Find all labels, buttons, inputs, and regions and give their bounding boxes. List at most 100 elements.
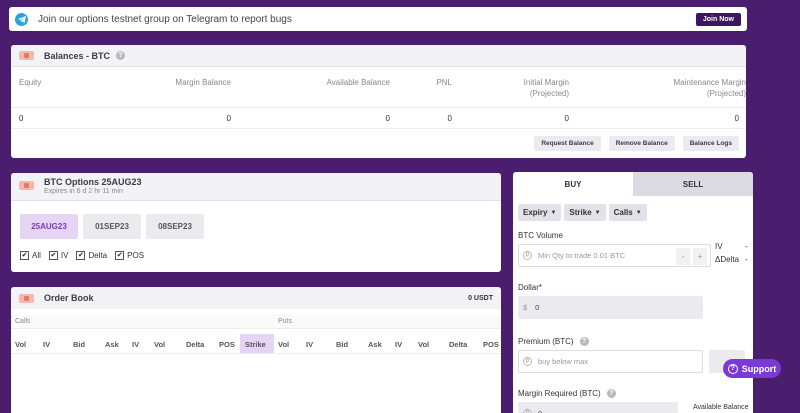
premium-input[interactable]: ₿ buy below max: [518, 350, 703, 373]
remove-balance-button[interactable]: Remove Balance: [608, 136, 675, 151]
expiry-tab-01sep23[interactable]: 01SEP23: [83, 214, 141, 239]
options-title: BTC Options 25AUG23: [44, 177, 142, 187]
toggle-delta[interactable]: ✔ Delta: [76, 251, 107, 260]
buy-sell-tabs: BUY SELL: [513, 172, 753, 196]
sell-tab[interactable]: SELL: [633, 172, 753, 196]
balances-panel: Balances - BTC ? Equity Margin Balance A…: [11, 45, 746, 158]
expiry-tab-25aug23[interactable]: 25AUG23: [20, 214, 78, 239]
order-book-columns: Vol IV Bid Ask IV Vol Delta POS Strike V…: [11, 334, 501, 354]
header-available-balance: Available Balance: [326, 78, 390, 87]
btc-volume-input[interactable]: ₿ Min Qty to trade 0.01 BTC - +: [518, 244, 711, 267]
increment-button[interactable]: +: [693, 248, 707, 265]
dollar-label: Dollar*: [518, 283, 543, 292]
header-initial-projected: (Projected): [529, 89, 569, 98]
order-book-title: Order Book: [44, 293, 94, 303]
value-initial-margin: 0: [564, 114, 569, 123]
help-icon[interactable]: ?: [606, 389, 616, 398]
column-toggles: ✔ All ✔ IV ✔ Delta ✔ POS: [20, 251, 144, 260]
balances-header: Balances - BTC ?: [11, 45, 746, 67]
trade-panel: BUY SELL Expiry ▼ Strike ▼ Calls ▼ BTC Volu…: [513, 172, 753, 413]
expiry-dropdown[interactable]: Expiry ▼: [518, 204, 562, 221]
expiry-tab-08sep23[interactable]: 08SEP23: [146, 214, 204, 239]
buy-tab[interactable]: BUY: [513, 172, 633, 196]
checkbox-icon: ✔: [48, 251, 58, 260]
help-icon: ?: [727, 363, 738, 374]
value-equity: 0: [19, 114, 24, 123]
calls-label: Calls: [15, 318, 31, 325]
telegram-banner: Join our options testnet group on Telegr…: [9, 7, 747, 31]
options-panel: BTC Options 25AUG23 Expires in 6 d 2 hr …: [11, 173, 501, 272]
calls-dropdown[interactable]: Calls ▼: [608, 204, 647, 221]
col-iv: IV: [306, 340, 314, 349]
header-equity: Equity: [19, 78, 42, 87]
order-book-usdt: 0 USDT: [468, 294, 493, 302]
order-book-panel: Order Book 0 USDT Calls Puts Vol IV Bid …: [11, 287, 501, 413]
col-delta: Delta: [186, 340, 205, 349]
toggle-iv[interactable]: ✔ IV: [48, 251, 68, 260]
toggle-pos[interactable]: ✔ POS: [115, 251, 144, 260]
checkbox-icon: ✔: [115, 251, 125, 260]
col-ask: Ask: [368, 340, 382, 349]
options-icon: [19, 181, 34, 190]
chevron-down-icon: ▼: [550, 209, 557, 216]
telegram-icon: [15, 12, 28, 26]
btc-coin-icon: ₿: [523, 357, 532, 366]
col-vol: Vol: [418, 340, 430, 349]
support-button[interactable]: ? Support: [723, 359, 781, 378]
value-available-balance: 0: [385, 114, 390, 123]
header-initial-margin: Initial Margin: [523, 78, 569, 87]
toggle-all[interactable]: ✔ All: [20, 251, 41, 260]
col-vol: Vol: [15, 340, 27, 349]
wallet-icon: [19, 51, 34, 60]
margin-required-label: Margin Required (BTC)?: [518, 389, 616, 398]
order-book-header: Order Book 0 USDT: [11, 287, 501, 309]
col-bid: Bid: [336, 340, 349, 349]
col-vol: Vol: [154, 340, 166, 349]
calls-puts-row: Calls Puts: [11, 315, 501, 329]
margin-required-input: ₿ 0: [518, 402, 678, 413]
header-pnl: PNL: [436, 78, 452, 87]
available-balance-label: Available Balance: [693, 404, 749, 411]
dollar-input[interactable]: $ 0: [518, 296, 703, 319]
col-bid: Bid: [73, 340, 86, 349]
col-delta: Delta: [449, 340, 468, 349]
premium-label: Premium (BTC)?: [518, 337, 589, 346]
request-balance-button[interactable]: Request Balance: [534, 136, 601, 151]
dollar-symbol: $: [523, 303, 528, 312]
col-iv: IV: [132, 340, 140, 349]
col-iv: IV: [43, 340, 51, 349]
value-margin-balance: 0: [226, 114, 231, 123]
join-now-button[interactable]: Join Now: [695, 12, 741, 26]
chevron-down-icon: ▼: [635, 209, 642, 216]
header-maintenance-projected: (Projected): [706, 89, 746, 98]
expiry-tabs: 25AUG23 01SEP23 08SEP23: [20, 214, 204, 239]
balances-values-row: 0 0 0 0 0 0: [11, 107, 746, 129]
iv-label: IV: [715, 242, 723, 251]
delta-label: ΔDelta: [715, 255, 740, 264]
puts-label: Puts: [278, 318, 293, 325]
col-pos: POS: [483, 340, 499, 349]
chevron-down-icon: ▼: [594, 209, 601, 216]
btc-coin-icon: ₿: [523, 409, 532, 413]
options-expiry-countdown: Expires in 6 d 2 hr 11 min: [44, 188, 123, 195]
order-book-icon: [19, 293, 34, 303]
btc-volume-label: BTC Volume: [518, 231, 563, 240]
strike-dropdown[interactable]: Strike ▼: [564, 204, 606, 221]
decrement-button[interactable]: -: [676, 248, 690, 265]
header-maintenance-margin: Maintenance Margin: [673, 78, 746, 87]
col-vol: Vol: [278, 340, 290, 349]
help-icon[interactable]: ?: [579, 337, 589, 346]
value-maintenance-margin: 0: [734, 114, 739, 123]
header-margin-balance: Margin Balance: [175, 78, 231, 87]
balances-title: Balances - BTC: [44, 50, 111, 61]
balance-logs-button[interactable]: Balance Logs: [682, 136, 739, 151]
trade-filters: Expiry ▼ Strike ▼ Calls ▼: [518, 204, 647, 221]
col-iv: IV: [395, 340, 403, 349]
col-strike[interactable]: Strike: [245, 340, 266, 349]
value-pnl: 0: [447, 114, 452, 123]
help-icon[interactable]: ?: [116, 51, 126, 60]
delta-value: -: [745, 255, 748, 264]
col-ask: Ask: [105, 340, 119, 349]
banner-text: Join our options testnet group on Telegr…: [38, 13, 292, 25]
balances-actions: Request Balance Remove Balance Balance L…: [534, 136, 746, 151]
